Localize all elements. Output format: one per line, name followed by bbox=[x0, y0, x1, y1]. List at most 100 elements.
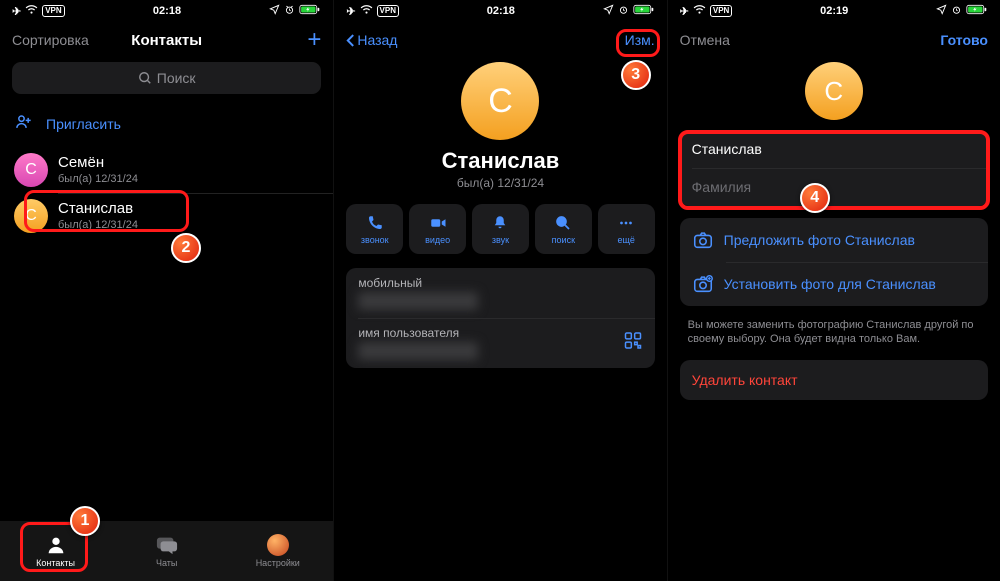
status-time: 02:18 bbox=[153, 5, 181, 17]
mobile-row[interactable]: мобильный bbox=[346, 268, 654, 318]
battery-icon bbox=[966, 4, 988, 18]
more-icon bbox=[617, 214, 635, 232]
bell-icon bbox=[491, 214, 509, 232]
suggest-photo-label: Предложить фото Станислав bbox=[724, 232, 915, 248]
chevron-left-icon bbox=[346, 33, 355, 48]
cancel-button[interactable]: Отмена bbox=[680, 32, 730, 48]
location-icon bbox=[936, 4, 947, 18]
wifi-icon bbox=[693, 5, 706, 18]
airplane-icon: ✈︎ bbox=[346, 5, 355, 18]
nav-title: Контакты bbox=[131, 32, 202, 49]
name-form: Станислав Фамилия bbox=[680, 130, 988, 206]
first-name-field[interactable]: Станислав bbox=[680, 130, 988, 168]
contact-status: был(а) 12/31/24 bbox=[334, 176, 666, 190]
sound-button[interactable]: звук bbox=[472, 204, 529, 254]
contact-name: Станислав bbox=[334, 148, 666, 174]
contacts-icon bbox=[45, 534, 67, 556]
screen-contacts-list: ✈︎ VPN 02:18 Сортировка Контакты + Поиск bbox=[0, 0, 333, 581]
photo-options: Предложить фото Станислав Установить фот… bbox=[680, 218, 988, 306]
chats-icon bbox=[156, 534, 178, 556]
call-button[interactable]: звонок bbox=[346, 204, 403, 254]
nav-bar: Отмена Готово bbox=[668, 22, 1000, 58]
contact-name: Станислав bbox=[58, 200, 138, 218]
search-icon bbox=[138, 71, 152, 85]
photo-hint: Вы можете заменить фотографию Станислав … bbox=[668, 318, 1000, 360]
back-button[interactable]: Назад bbox=[346, 32, 397, 48]
video-icon bbox=[429, 214, 447, 232]
qr-icon[interactable] bbox=[623, 331, 643, 356]
username-label: имя пользователя bbox=[358, 326, 642, 340]
contact-row-stanislav[interactable]: С Станислав был(а) 12/31/24 bbox=[0, 193, 333, 239]
wifi-icon bbox=[360, 5, 373, 18]
vpn-badge: VPN bbox=[377, 5, 399, 17]
video-button[interactable]: видео bbox=[409, 204, 466, 254]
nav-bar: Сортировка Контакты + bbox=[0, 22, 333, 58]
invite-button[interactable]: Пригласить bbox=[0, 104, 333, 147]
mobile-value bbox=[358, 292, 478, 310]
username-row[interactable]: имя пользователя bbox=[346, 318, 654, 368]
alarm-icon bbox=[284, 4, 295, 18]
tab-label: Чаты bbox=[156, 558, 177, 568]
suggest-photo-button[interactable]: Предложить фото Станислав bbox=[680, 218, 988, 262]
location-icon bbox=[603, 4, 614, 18]
back-label: Назад bbox=[357, 32, 397, 48]
username-value bbox=[358, 342, 478, 360]
status-time: 02:18 bbox=[487, 5, 515, 17]
alarm-icon bbox=[951, 4, 962, 18]
tab-chats[interactable]: Чаты bbox=[127, 534, 207, 568]
status-time: 02:19 bbox=[820, 5, 848, 17]
search-button[interactable]: поиск bbox=[535, 204, 592, 254]
mobile-label: мобильный bbox=[358, 276, 642, 290]
action-label: звук bbox=[492, 235, 509, 245]
tab-settings[interactable]: Настройки bbox=[238, 534, 318, 568]
airplane-icon: ✈︎ bbox=[680, 5, 689, 18]
tab-label: Настройки bbox=[256, 558, 300, 568]
edit-button[interactable]: Изм. bbox=[625, 32, 655, 48]
invite-label: Пригласить bbox=[46, 116, 121, 132]
contact-avatar[interactable]: С bbox=[461, 62, 539, 140]
contact-row-semyon[interactable]: С Семён был(а) 12/31/24 bbox=[0, 147, 333, 193]
contact-name: Семён bbox=[58, 154, 138, 172]
status-bar: ✈︎ VPN 02:18 bbox=[0, 0, 333, 22]
tab-label: Контакты bbox=[36, 558, 75, 568]
invite-icon bbox=[14, 112, 34, 135]
battery-icon bbox=[633, 4, 655, 18]
nav-bar: Назад Изм. bbox=[334, 22, 666, 58]
vpn-badge: VPN bbox=[42, 5, 64, 17]
add-contact-button[interactable]: + bbox=[307, 26, 321, 54]
status-bar: ✈︎ VPN 02:19 bbox=[668, 0, 1000, 22]
avatar: С bbox=[14, 153, 48, 187]
vpn-badge: VPN bbox=[710, 5, 732, 17]
info-card: мобильный имя пользователя bbox=[346, 268, 654, 368]
action-label: поиск bbox=[552, 235, 575, 245]
last-name-field[interactable]: Фамилия bbox=[680, 168, 988, 206]
status-bar: ✈︎ VPN 02:18 bbox=[334, 0, 666, 22]
battery-icon bbox=[299, 4, 321, 18]
search-icon bbox=[554, 214, 572, 232]
contact-status: был(а) 12/31/24 bbox=[58, 218, 138, 232]
action-label: звонок bbox=[361, 235, 389, 245]
more-button[interactable]: ещё bbox=[598, 204, 655, 254]
settings-icon bbox=[267, 534, 289, 556]
wifi-icon bbox=[25, 5, 38, 18]
alarm-icon bbox=[618, 4, 629, 18]
delete-contact-button[interactable]: Удалить контакт bbox=[680, 360, 988, 400]
set-photo-button[interactable]: Установить фото для Станислав bbox=[680, 262, 988, 306]
action-buttons: звонок видео звук поиск ещё bbox=[334, 204, 666, 268]
location-icon bbox=[269, 4, 280, 18]
tab-contacts[interactable]: Контакты bbox=[16, 534, 96, 568]
camera-icon bbox=[692, 229, 714, 251]
screen-edit-contact: ✈︎ VPN 02:19 Отмена Готово С Станислав Ф… bbox=[667, 0, 1000, 581]
contact-avatar[interactable]: С bbox=[805, 62, 863, 120]
action-label: видео bbox=[425, 235, 450, 245]
set-photo-label: Установить фото для Станислав bbox=[724, 276, 936, 292]
avatar: С bbox=[14, 199, 48, 233]
done-button[interactable]: Готово bbox=[940, 32, 988, 48]
sort-button[interactable]: Сортировка bbox=[12, 32, 89, 48]
camera-plus-icon bbox=[692, 273, 714, 295]
search-input[interactable]: Поиск bbox=[12, 62, 321, 94]
contact-status: был(а) 12/31/24 bbox=[58, 172, 138, 186]
phone-icon bbox=[366, 214, 384, 232]
search-placeholder: Поиск bbox=[157, 70, 196, 86]
airplane-icon: ✈︎ bbox=[12, 5, 21, 18]
